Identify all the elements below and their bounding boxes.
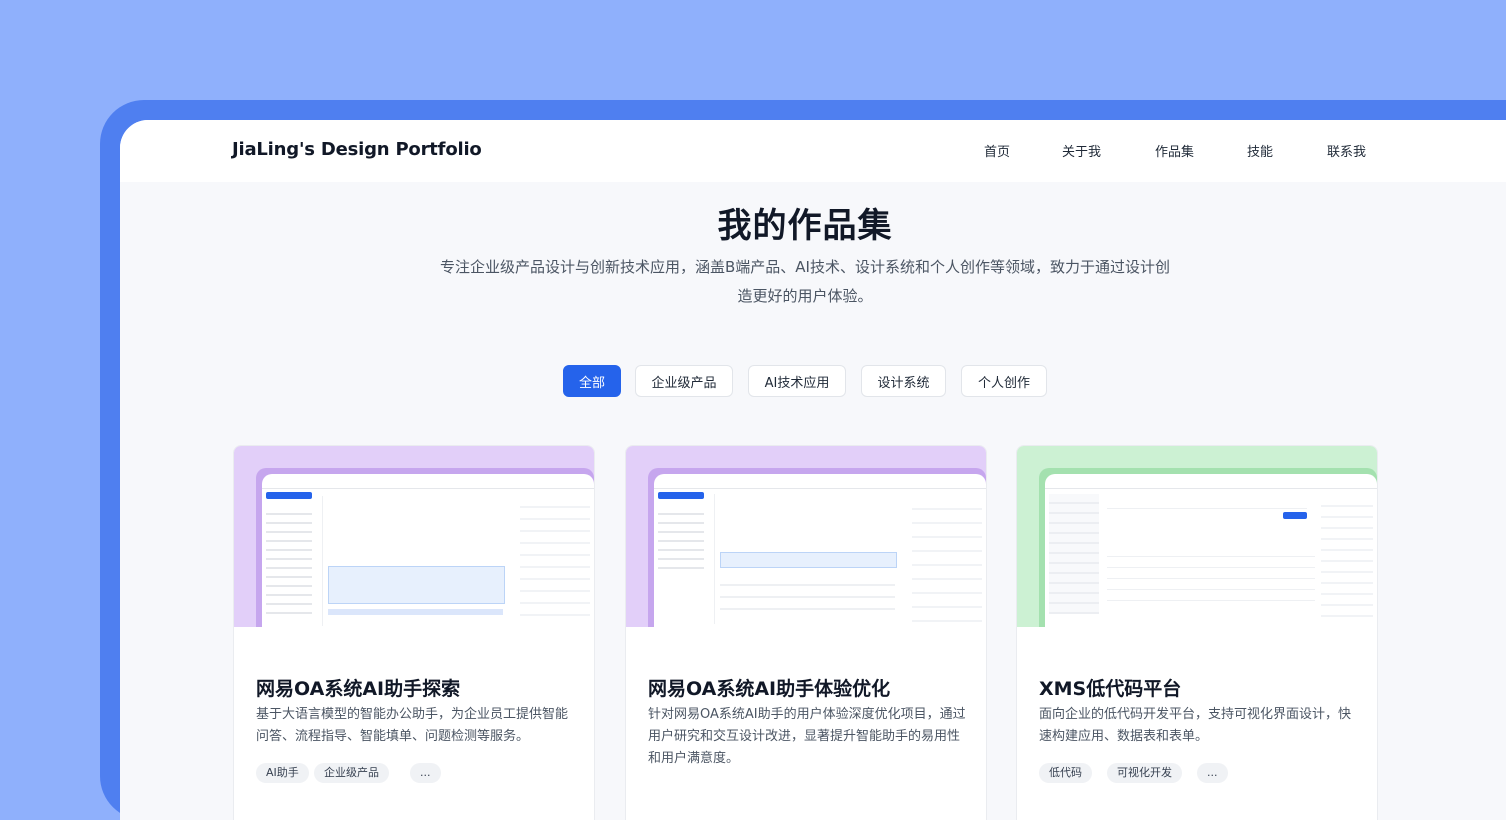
project-tag: 可视化开发 — [1107, 763, 1182, 783]
brand-logo[interactable]: JiaLing's Design Portfolio — [232, 139, 482, 160]
project-tag: ... — [1197, 763, 1228, 783]
project-title: 网易OA系统AI助手体验优化 — [648, 678, 891, 700]
project-tag: 低代码 — [1039, 763, 1092, 783]
top-nav: JiaLing's Design Portfolio 首页 关于我 作品集 技能… — [120, 120, 1506, 182]
nav-item-about[interactable]: 关于我 — [1062, 141, 1101, 160]
nav-item-skills[interactable]: 技能 — [1247, 141, 1273, 160]
project-title: 网易OA系统AI助手探索 — [256, 678, 461, 700]
project-thumbnail — [626, 446, 986, 627]
filter-all-button[interactable]: 全部 — [563, 365, 621, 397]
project-card[interactable]: XMS低代码平台 面向企业的低代码开发平台，支持可视化界面设计，快速构建应用、数… — [1016, 445, 1378, 820]
filter-enterprise-button[interactable]: 企业级产品 — [635, 365, 733, 397]
screenshot-mockup — [262, 474, 594, 627]
screenshot-mockup — [1045, 474, 1377, 627]
project-title: XMS低代码平台 — [1039, 678, 1182, 700]
project-card[interactable]: 网易OA系统AI助手体验优化 针对网易OA系统AI助手的用户体验深度优化项目，通… — [625, 445, 987, 820]
project-card[interactable]: 网易OA系统AI助手探索 基于大语言模型的智能办公助手，为企业员工提供智能问答、… — [233, 445, 595, 820]
project-description: 面向企业的低代码开发平台，支持可视化界面设计，快速构建应用、数据表和表单。 — [1039, 707, 1352, 744]
filter-design-system-button[interactable]: 设计系统 — [861, 365, 946, 397]
project-tag: ... — [410, 763, 441, 783]
nav-item-contact[interactable]: 联系我 — [1327, 141, 1366, 160]
page-title: 我的作品集 — [717, 206, 893, 246]
nav-item-home[interactable]: 首页 — [984, 141, 1010, 160]
project-description: 针对网易OA系统AI助手的用户体验深度优化项目，通过用户研究和交互设计改进，显著… — [648, 707, 966, 766]
project-thumbnail — [1017, 446, 1377, 627]
project-tag: 企业级产品 — [314, 763, 389, 783]
project-description: 基于大语言模型的智能办公助手，为企业员工提供智能问答、流程指导、智能填单、问题检… — [256, 707, 569, 744]
project-thumbnail — [234, 446, 594, 627]
screenshot-mockup — [654, 474, 986, 627]
filter-ai-button[interactable]: AI技术应用 — [748, 365, 846, 397]
filter-personal-button[interactable]: 个人创作 — [961, 365, 1047, 397]
project-tag: AI助手 — [256, 763, 309, 783]
portfolio-page: JiaLing's Design Portfolio 首页 关于我 作品集 技能… — [120, 120, 1506, 820]
nav-item-portfolio[interactable]: 作品集 — [1155, 141, 1194, 160]
page-subtitle: 专注企业级产品设计与创新技术应用，涵盖B端产品、AI技术、设计系统和个人创作等领… — [440, 258, 1170, 305]
